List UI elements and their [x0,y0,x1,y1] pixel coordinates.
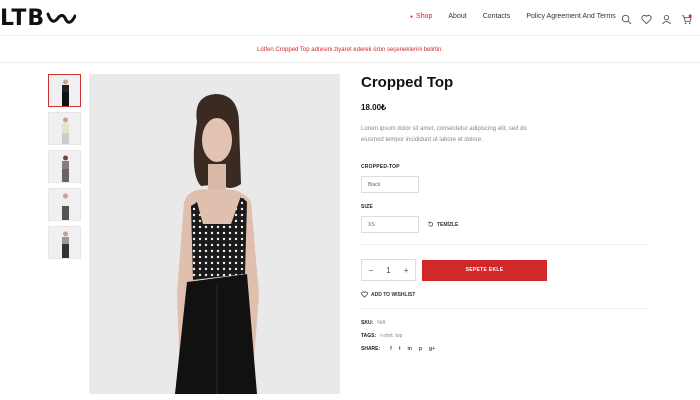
logo-swoosh-icon [46,12,77,24]
clear-button[interactable]: TEMİZLE [427,221,458,228]
option-label: CROPPED-TOP [361,164,400,170]
wishlist-label: ADD TO WISHLIST [371,291,416,298]
clear-label: TEMİZLE [437,221,459,228]
sku-row: SKU: N/A [361,320,651,326]
minus-icon[interactable]: − [369,266,374,275]
nav-policy[interactable]: Policy Agreement And Terms [526,13,615,20]
notice-bar: Lütfen Cropped Top adresini ziyaret eder… [0,37,700,63]
plus-icon[interactable]: + [404,266,409,275]
product-photo [175,94,259,394]
heart-icon[interactable] [641,12,652,25]
divider [361,244,649,245]
nav-contacts[interactable]: Contacts [483,13,511,20]
thumbnail-1[interactable] [48,74,81,107]
share-row: SHARE: f t in p g+ [361,346,651,352]
sku-value: N/A [377,320,386,326]
search-icon[interactable] [621,12,632,25]
pinterest-icon[interactable]: p [419,346,422,352]
product-title: Cropped Top [361,74,454,91]
divider [361,308,649,309]
tags-label: TAGS: [361,333,377,339]
heart-icon [361,291,368,298]
site-header: LTB ● Shop About Contacts Policy Agreemen… [0,0,700,36]
sku-label: SKU: [361,320,374,326]
user-icon[interactable] [661,12,672,25]
header-icons [621,12,692,25]
nav-shop[interactable]: ● Shop [410,13,432,20]
reset-icon [427,221,434,227]
size-select[interactable]: XS [361,216,419,233]
size-label: SIZE [361,204,373,210]
product-details: Cropped Top 18.00₺ Lorem ipsum dolor sit… [361,74,651,352]
facebook-icon[interactable]: f [390,346,392,352]
quantity-stepper[interactable]: − 1 + [361,259,416,281]
twitter-icon[interactable]: t [399,346,401,352]
add-to-cart-button[interactable]: SEPETE EKLE [422,259,547,281]
option-select[interactable]: Black [361,176,419,193]
quantity-value[interactable]: 1 [386,266,390,275]
nav-about[interactable]: About [448,13,466,20]
google-plus-icon[interactable]: g+ [429,346,435,352]
logo[interactable]: LTB [0,4,77,32]
thumbnail-4[interactable] [48,188,81,221]
tags-row: TAGS: t-shirt, top [361,333,651,339]
product-price: 18.00₺ [361,103,387,112]
notice-text: Lütfen Cropped Top adresini ziyaret eder… [257,46,443,53]
linkedin-icon[interactable]: in [408,346,412,352]
thumbnail-5[interactable] [48,226,81,259]
share-label: SHARE: [361,346,381,352]
thumbnail-3[interactable] [48,150,81,183]
tags-value[interactable]: t-shirt, top [380,333,402,339]
add-to-wishlist-link[interactable]: ADD TO WISHLIST [361,291,651,298]
logo-text: LTB [0,5,46,31]
main-nav: ● Shop About Contacts Policy Agreement An… [410,13,632,20]
thumbnail-2[interactable] [48,112,81,145]
thumbnail-list [48,74,81,264]
product-description: Lorem ipsum dolor sit amet, consectetur … [361,126,527,143]
product-main-image[interactable] [89,74,340,394]
cart-icon[interactable] [681,12,692,24]
